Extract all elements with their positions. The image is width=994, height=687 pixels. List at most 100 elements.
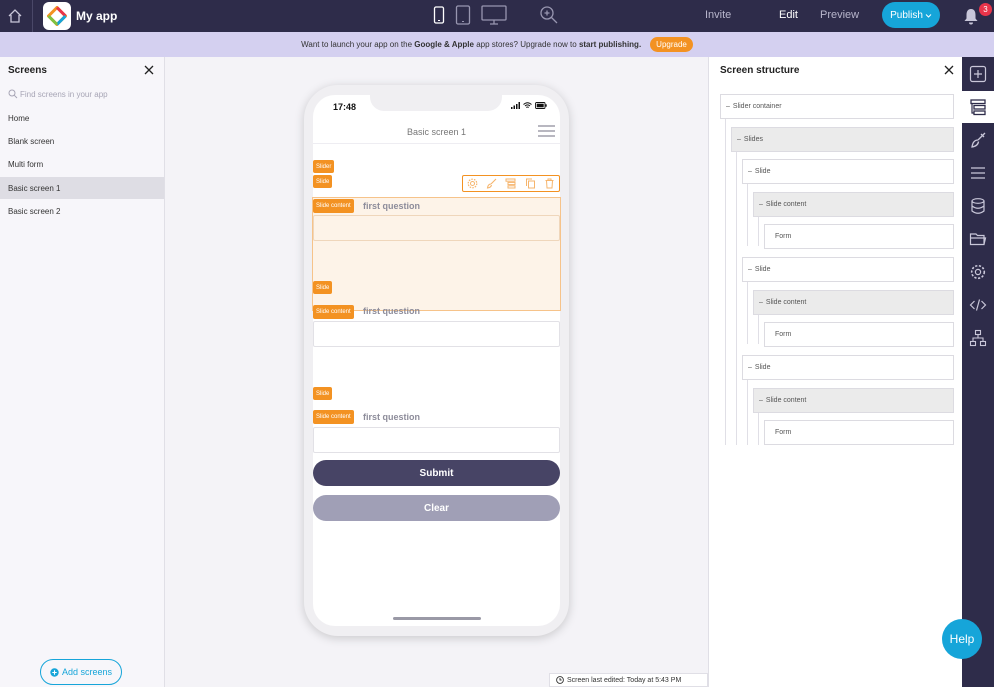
layers-icon[interactable] [962, 91, 994, 123]
screen-search[interactable]: Find screens in your app [8, 89, 108, 99]
collapse-icon: – [759, 397, 763, 404]
banner-text-stores: Google & Apple [414, 40, 474, 49]
tree-node-label: Slide content [765, 397, 807, 404]
slide-tag[interactable]: Slide [313, 175, 333, 188]
phone-screen-title: Basic screen 1 [406, 127, 467, 137]
tree-node-slide[interactable]: – Slide [742, 257, 954, 282]
slide-content-tag[interactable]: Slide content [313, 410, 354, 424]
sitemap-icon[interactable] [962, 322, 994, 354]
question-label: first question [363, 306, 421, 316]
slide-tag[interactable]: Slide [313, 281, 333, 294]
publish-label: Publish [890, 9, 923, 21]
tree-node-form[interactable]: Form [764, 322, 954, 347]
wifi-icon [523, 102, 532, 109]
collapse-icon: – [726, 103, 730, 110]
tree-node-slide-content[interactable]: – Slide content [753, 192, 954, 217]
last-edited-text: Screen last edited: Today at 5:43 PM [567, 676, 682, 684]
phone-icon[interactable] [433, 6, 445, 24]
screen-item-multi-form[interactable]: Multi form [0, 153, 164, 175]
tree-guide-line [725, 119, 726, 445]
screen-item-home[interactable]: Home [0, 107, 164, 129]
tree-node-slide[interactable]: – Slide [742, 159, 954, 184]
slide-content-tag[interactable]: Slide content [313, 305, 354, 319]
menu-icon[interactable] [962, 157, 994, 189]
desktop-icon[interactable] [481, 5, 507, 25]
tree-guide-line [758, 216, 759, 246]
tree-node-label: Slide content [765, 201, 807, 208]
gear-icon[interactable] [467, 178, 478, 189]
folder-icon[interactable] [962, 223, 994, 255]
tree-node-slides[interactable]: – Slides [731, 127, 954, 152]
gear-icon[interactable] [962, 256, 994, 288]
tree-node-label: Form [775, 429, 792, 436]
submit-button[interactable]: Submit [313, 460, 560, 486]
database-icon[interactable] [962, 190, 994, 222]
tree-node-label: Form [775, 233, 792, 240]
code-icon[interactable] [962, 289, 994, 321]
app-name[interactable]: My app [76, 9, 117, 23]
brush-icon[interactable] [486, 178, 497, 189]
tree-guide-line [736, 152, 737, 445]
bell-icon[interactable] [962, 7, 980, 25]
slide-content-tag[interactable]: Slide content [313, 199, 354, 213]
tree-node-slide-content[interactable]: – Slide content [753, 388, 954, 413]
tree-node-slider-container[interactable]: – Slider container [720, 94, 954, 119]
preview-tab[interactable]: Preview [820, 9, 859, 21]
home-icon[interactable] [3, 4, 27, 28]
tree-node-slide-content[interactable]: – Slide content [753, 290, 954, 315]
add-screens-button[interactable]: Add screens [40, 659, 122, 685]
app-logo[interactable] [43, 2, 71, 30]
structure-panel-title: Screen structure [720, 65, 800, 76]
invite-link[interactable]: Invite [705, 9, 731, 21]
edit-tab[interactable]: Edit [779, 9, 798, 21]
tree-guide-line [747, 184, 748, 246]
signal-icon [511, 102, 520, 109]
tree-node-label: Slide [754, 168, 771, 175]
clock-icon [556, 676, 564, 684]
clear-button[interactable]: Clear [313, 495, 560, 521]
upgrade-button[interactable]: Upgrade [650, 37, 693, 52]
device-switcher [433, 5, 507, 25]
tree-node-slide[interactable]: – Slide [742, 355, 954, 380]
close-icon[interactable] [944, 65, 954, 75]
search-icon [8, 89, 18, 99]
question-input[interactable] [313, 215, 560, 241]
question-label: first question [363, 201, 421, 211]
component-toolbar [462, 175, 560, 192]
question-input[interactable] [313, 321, 560, 347]
screen-item-basic-screen-2[interactable]: Basic screen 2 [0, 200, 164, 222]
collapse-icon: – [748, 364, 752, 371]
phone-header: Basic screen 1 [313, 118, 560, 144]
home-indicator [393, 617, 481, 620]
trash-icon[interactable] [544, 178, 555, 189]
copy-icon[interactable] [525, 178, 536, 189]
tree-node-label: Slides [743, 136, 763, 143]
tree-node-label: Form [775, 331, 792, 338]
tree-guide-line [758, 314, 759, 344]
slide-tag[interactable]: Slide [313, 387, 333, 400]
hamburger-menu-icon[interactable] [538, 125, 555, 137]
layers-icon[interactable] [505, 178, 516, 189]
slider-tag[interactable]: Slider [313, 160, 335, 173]
tree-node-label: Slide [754, 266, 771, 273]
screen-item-blank-screen[interactable]: Blank screen [0, 130, 164, 152]
banner-text-middle: app stores? Upgrade now to [476, 40, 577, 49]
tablet-icon[interactable] [455, 5, 471, 25]
screen-structure-panel: Screen structure – Slider container – Slid… [708, 57, 962, 687]
notification-badge: 3 [979, 3, 992, 16]
close-icon[interactable] [144, 65, 154, 75]
tree-guide-line [747, 380, 748, 445]
tree-node-form[interactable]: Form [764, 420, 954, 445]
top-bar: My app Invite Edit Preview Publish 3 [0, 0, 994, 32]
last-edited-status: Screen last edited: Today at 5:43 PM [549, 673, 708, 687]
zoom-icon[interactable] [539, 5, 559, 25]
tree-node-form[interactable]: Form [764, 224, 954, 249]
screen-item-basic-screen-1[interactable]: Basic screen 1 [0, 177, 164, 199]
chevron-down-icon [925, 12, 932, 19]
question-input[interactable] [313, 427, 560, 453]
publish-button[interactable]: Publish [882, 2, 940, 28]
help-button[interactable]: Help [942, 619, 982, 659]
brush-icon[interactable] [962, 124, 994, 156]
divider [32, 0, 33, 32]
plus-icon[interactable] [962, 58, 994, 90]
